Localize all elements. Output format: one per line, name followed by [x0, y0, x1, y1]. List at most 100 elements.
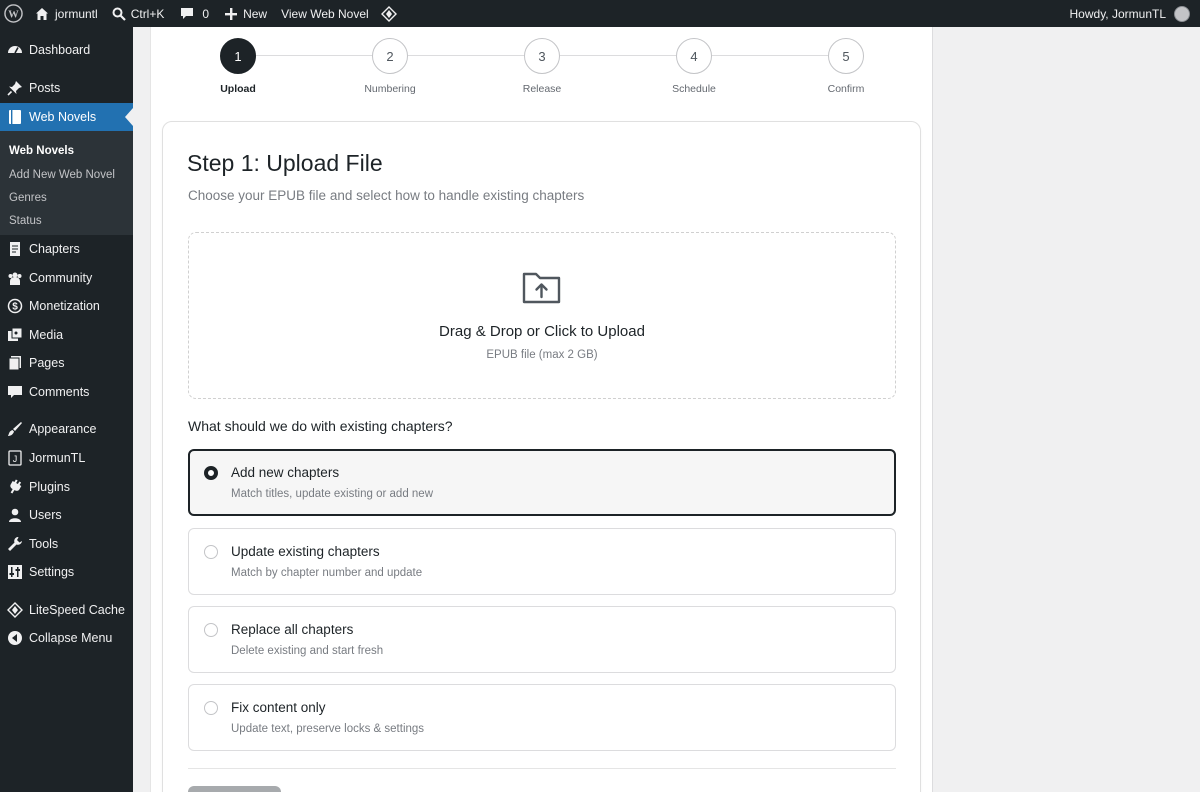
sidebar-item-settings[interactable]: Settings	[0, 558, 133, 586]
step-connector	[712, 55, 828, 56]
document-icon	[5, 239, 25, 259]
step-1-label: Upload	[220, 83, 256, 95]
option-update-existing-chapters[interactable]: Update existing chapters Match by chapte…	[188, 528, 896, 595]
step-5-circle[interactable]: 5	[828, 38, 864, 74]
sidebar-item-dashboard[interactable]: Dashboard	[0, 36, 133, 64]
existing-chapters-question: What should we do with existing chapters…	[188, 418, 453, 434]
litespeed-adminbar-icon[interactable]	[375, 0, 403, 27]
search-shortcut[interactable]: Ctrl+K	[104, 0, 171, 27]
sidebar-item-label: Comments	[29, 385, 90, 399]
sidebar-item-label: Plugins	[29, 480, 70, 494]
wordpress-logo-icon[interactable]: W	[0, 0, 29, 27]
home-icon	[35, 7, 49, 21]
submenu-item-status[interactable]: Status	[9, 215, 42, 227]
option-description: Delete existing and start fresh	[231, 645, 384, 657]
plugin-icon	[5, 477, 25, 497]
page-title: Step 1: Upload File	[187, 150, 383, 176]
litespeed-icon	[5, 600, 25, 620]
sidebar-item-pages[interactable]: Pages	[0, 349, 133, 377]
svg-text:J: J	[13, 454, 18, 464]
step-connector	[408, 55, 524, 56]
submenu-item-add-new-web-novel[interactable]: Add New Web Novel	[9, 169, 115, 181]
submenu-item-web-novels[interactable]: Web Novels	[9, 145, 74, 157]
sidebar-item-plugins[interactable]: Plugins	[0, 473, 133, 501]
sidebar-item-jormuntl[interactable]: J JormunTL	[0, 444, 133, 472]
new-content-link[interactable]: New	[215, 0, 273, 27]
sidebar-item-label: Web Novels	[29, 110, 97, 124]
pin-icon	[5, 78, 25, 98]
sidebar-item-label: Dashboard	[29, 43, 91, 57]
sidebar-item-posts[interactable]: Posts	[0, 74, 133, 102]
sidebar-item-label: LiteSpeed Cache	[29, 603, 125, 617]
svg-text:W: W	[8, 9, 19, 20]
sidebar-item-media[interactable]: Media	[0, 321, 133, 349]
option-description: Update text, preserve locks & settings	[231, 723, 425, 735]
plus-icon	[225, 7, 238, 20]
radio-button[interactable]	[204, 545, 218, 559]
radio-button[interactable]	[204, 466, 218, 480]
step-1-circle[interactable]: 1	[220, 38, 256, 74]
sidebar-item-label: Settings	[29, 565, 75, 579]
sidebar-item-label: Media	[29, 328, 64, 342]
comments-count: 0	[202, 6, 210, 21]
sidebar-item-comments[interactable]: Comments	[0, 378, 133, 406]
sidebar-item-label: Tools	[29, 537, 59, 551]
option-fix-content-only[interactable]: Fix content only Update text, preserve l…	[188, 684, 896, 751]
site-name-link[interactable]: jormuntl	[29, 0, 104, 27]
new-label: New	[243, 6, 268, 21]
submenu-item-genres[interactable]: Genres	[9, 192, 47, 204]
sidebar-item-community[interactable]: Community	[0, 264, 133, 292]
sidebar-item-label: Pages	[29, 356, 65, 370]
step-3-label: Release	[522, 83, 562, 95]
option-add-new-chapters[interactable]: Add new chapters Match titles, update ex…	[188, 449, 896, 516]
avatar	[1174, 5, 1190, 22]
step-5-label: Confirm	[827, 83, 865, 95]
radio-button[interactable]	[204, 623, 218, 637]
right-gutter	[934, 27, 1200, 792]
collapse-menu-button[interactable]: Collapse Menu	[0, 624, 133, 652]
sidebar-item-label: Monetization	[29, 299, 100, 313]
step-4-label: Schedule	[672, 83, 716, 95]
sidebar-item-monetization[interactable]: $ Monetization	[0, 292, 133, 320]
book-icon	[5, 107, 25, 127]
howdy-text: Howdy, JormunTL	[1069, 6, 1166, 21]
option-title: Add new chapters	[231, 465, 340, 480]
sidebar-item-litespeed-cache[interactable]: LiteSpeed Cache	[0, 596, 133, 624]
sidebar-item-label: Community	[29, 271, 93, 285]
community-icon	[5, 268, 25, 288]
sidebar-item-users[interactable]: Users	[0, 501, 133, 529]
my-account[interactable]: Howdy, JormunTL	[1070, 0, 1200, 27]
step-3-circle[interactable]: 3	[524, 38, 560, 74]
option-description: Match by chapter number and update	[231, 567, 423, 579]
option-title: Update existing chapters	[231, 544, 380, 559]
dollar-icon: $	[5, 296, 25, 316]
comments-link[interactable]: 0	[170, 0, 215, 27]
svg-text:$: $	[12, 302, 18, 313]
sidebar-item-label: Chapters	[29, 242, 80, 256]
step-4-circle[interactable]: 4	[676, 38, 712, 74]
sidebar-item-web-novels[interactable]: Web Novels	[0, 103, 133, 131]
radio-button[interactable]	[204, 701, 218, 715]
sidebar-item-tools[interactable]: Tools	[0, 530, 133, 558]
sidebar-item-label: Posts	[29, 81, 61, 95]
continue-button[interactable]	[188, 786, 281, 792]
settings-icon	[5, 562, 25, 582]
option-title: Replace all chapters	[231, 622, 354, 637]
site-name: jormuntl	[55, 6, 98, 21]
web-novels-submenu: Web Novels Add New Web Novel Genres Stat…	[0, 131, 133, 235]
card-divider	[188, 768, 896, 769]
brush-icon	[5, 419, 25, 439]
sidebar-item-label: JormunTL	[29, 451, 86, 465]
dropzone-hint: EPUB file (max 2 GB)	[486, 349, 598, 361]
file-dropzone[interactable]	[188, 232, 896, 399]
dropzone-title: Drag & Drop or Click to Upload	[439, 323, 645, 340]
wrench-icon	[5, 534, 25, 554]
step-2-circle[interactable]: 2	[372, 38, 408, 74]
admin-sidebar: Web Novels Add New Web Novel Genres Stat…	[0, 27, 133, 792]
sidebar-item-appearance[interactable]: Appearance	[0, 415, 133, 443]
sidebar-item-chapters[interactable]: Chapters	[0, 235, 133, 263]
view-web-novel-link[interactable]: View Web Novel	[273, 0, 375, 27]
option-replace-all-chapters[interactable]: Replace all chapters Delete existing and…	[188, 606, 896, 673]
comment-icon	[5, 382, 25, 402]
jormuntl-icon: J	[5, 448, 25, 468]
